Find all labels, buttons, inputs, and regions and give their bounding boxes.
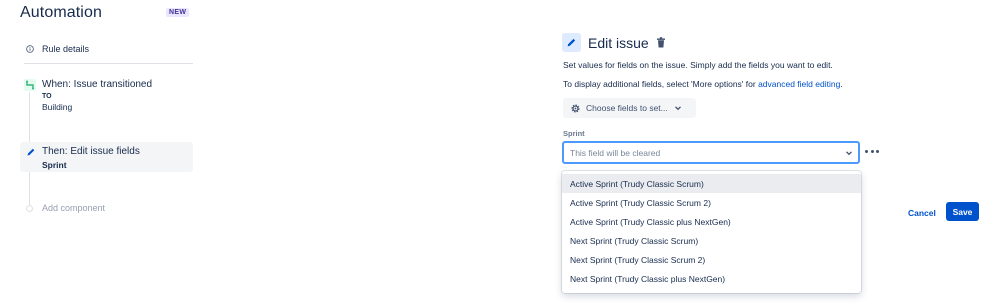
action-component[interactable]: Then: Edit issue fields Sprint: [20, 142, 193, 172]
edit-issue-title: Edit issue: [588, 34, 649, 51]
more-dot: [870, 149, 874, 153]
more-icon[interactable]: [865, 145, 879, 157]
sprint-select[interactable]: This field will be cleared: [562, 141, 860, 164]
edit-description: Set values for fields on the issue. Simp…: [563, 60, 833, 70]
trigger-subtitle-label: TO: [42, 93, 52, 100]
edit-issue-header: Edit issue: [562, 33, 666, 52]
gear-icon: [571, 103, 580, 113]
action-subtitle: Sprint: [42, 160, 67, 170]
new-badge: NEW: [166, 8, 190, 17]
dropdown-option[interactable]: Next Sprint (Trudy Classic Scrum): [562, 231, 861, 250]
add-component-label: Add component: [42, 203, 106, 213]
dropdown-option[interactable]: Next Sprint (Trudy Classic plus NextGen): [562, 269, 861, 288]
rule-details-item[interactable]: Rule details: [26, 43, 89, 55]
add-component-item[interactable]: Add component: [26, 203, 105, 213]
trigger-title: When: Issue transitioned: [42, 79, 153, 90]
add-component-dot: [26, 204, 33, 212]
more-dot: [876, 149, 879, 153]
hint-suffix: .: [840, 79, 843, 89]
dropdown-option[interactable]: Active Sprint (Trudy Classic plus NextGe…: [562, 212, 861, 231]
dropdown-option[interactable]: Active Sprint (Trudy Classic Scrum 2): [562, 193, 861, 212]
branch-icon: [24, 79, 36, 91]
hint-text: To display additional fields, select 'Mo…: [563, 79, 759, 89]
chevron-down-icon: [846, 151, 852, 156]
sprint-field-label: Sprint: [563, 129, 585, 138]
more-dot: [865, 149, 868, 153]
dropdown-option[interactable]: Active Sprint (Trudy Classic Scrum): [562, 174, 861, 193]
dropdown-option[interactable]: Next Sprint (Trudy Classic Scrum 2): [562, 250, 861, 269]
info-icon: [26, 45, 34, 53]
action-title: Then: Edit issue fields: [42, 146, 140, 157]
trigger-subtitle-value: Building: [42, 102, 73, 112]
advanced-field-editing-link[interactable]: advanced field editing: [758, 79, 840, 89]
trigger-component[interactable]: When: Issue transitioned TO Building: [22, 78, 193, 114]
page-title: Automation: [20, 4, 102, 21]
chevron-down-icon: [674, 106, 681, 111]
choose-fields-label: Choose fields to set...: [586, 103, 668, 113]
sprint-select-placeholder: This field will be cleared: [570, 147, 661, 158]
pencil-icon: [27, 148, 35, 156]
pencil-icon: [562, 33, 581, 52]
save-button[interactable]: Save: [946, 202, 979, 221]
advanced-editing-hint: To display additional fields, select 'Mo…: [563, 79, 843, 89]
cancel-button[interactable]: Cancel: [904, 204, 940, 221]
rule-details-label: Rule details: [42, 44, 90, 54]
trash-icon[interactable]: [656, 37, 666, 48]
choose-fields-button[interactable]: Choose fields to set...: [563, 98, 696, 118]
sidebar-divider: [24, 63, 193, 64]
sprint-dropdown-menu: Active Sprint (Trudy Classic Scrum) Acti…: [562, 171, 861, 293]
